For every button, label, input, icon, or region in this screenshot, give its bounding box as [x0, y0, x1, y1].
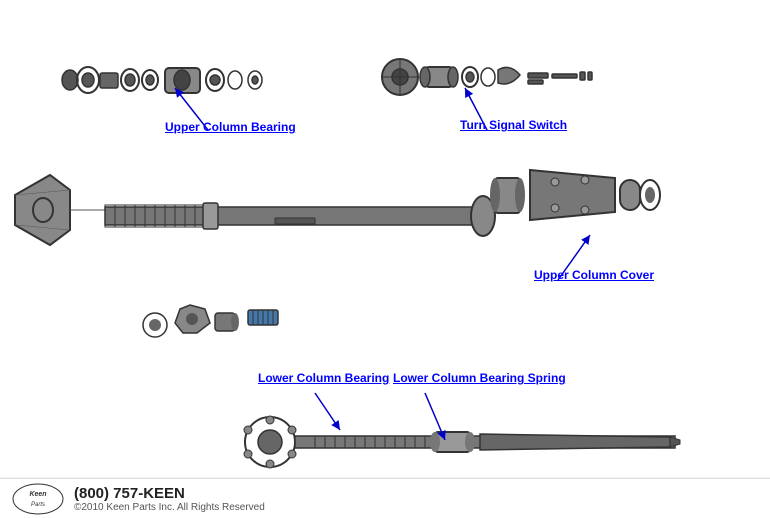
diagram-container: Upper Column Bearing Turn Signal Switch … — [0, 0, 770, 518]
keen-parts-logo: Keen Parts — [8, 481, 68, 517]
upper-column-cover-label: Upper Column Cover — [534, 268, 654, 284]
lower-column-bearing-label: Lower Column Bearing — [258, 371, 389, 387]
svg-text:Keen: Keen — [29, 491, 46, 498]
svg-text:Parts: Parts — [30, 502, 44, 508]
footer-phone: (800) 757-KEEN — [74, 485, 265, 502]
turn-signal-switch-label: Turn Signal Switch — [460, 118, 567, 134]
parts-diagram — [0, 0, 770, 518]
footer-copyright: ©2010 Keen Parts Inc. All Rights Reserve… — [74, 502, 265, 513]
footer: Keen Parts (800) 757-KEEN ©2010 Keen Par… — [0, 478, 770, 518]
lower-column-bearing-spring-label: Lower Column Bearing Spring — [393, 371, 566, 387]
upper-column-bearing-label: Upper Column Bearing — [165, 120, 296, 136]
